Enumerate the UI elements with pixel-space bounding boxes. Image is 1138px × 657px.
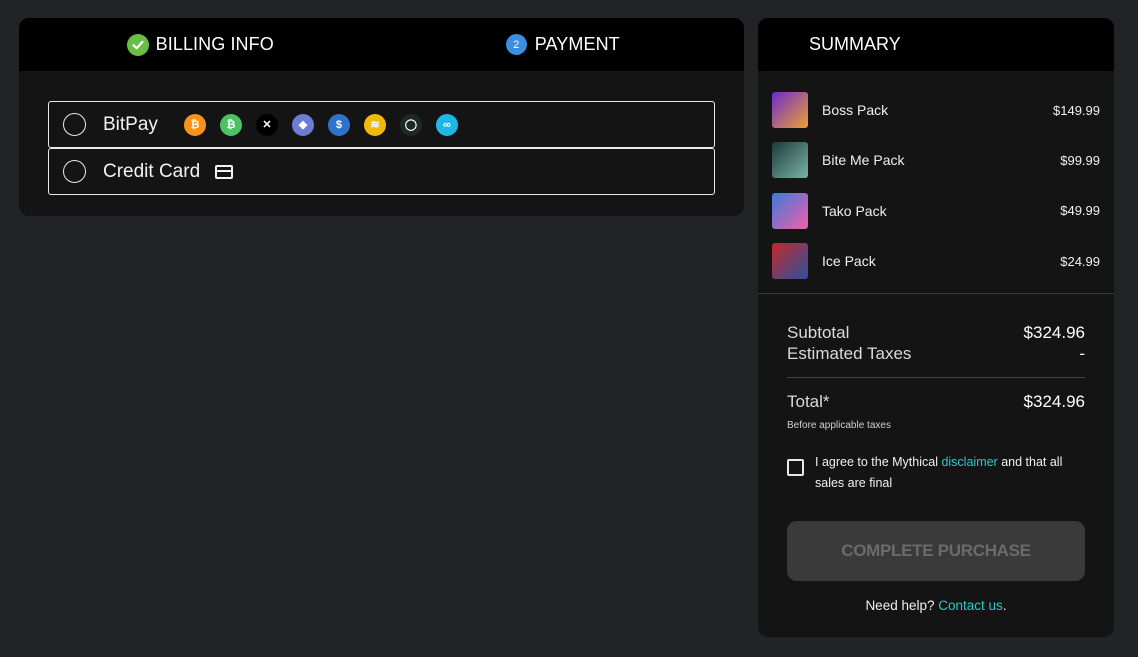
- agree-prefix: I agree to the Mythical: [815, 455, 942, 470]
- pack-thumbnail: [772, 92, 808, 129]
- item-price: $24.99: [1060, 253, 1100, 269]
- total-note: Before applicable taxes: [787, 420, 891, 432]
- summary-item: Bite Me Pack $99.99: [772, 135, 1100, 185]
- contact-us-link[interactable]: Contact us: [938, 598, 1003, 613]
- step-payment-label: PAYMENT: [534, 34, 620, 54]
- disclaimer-link[interactable]: disclaimer: [941, 455, 997, 469]
- complete-purchase-button[interactable]: COMPLETE PURCHASE: [787, 521, 1085, 582]
- step-billing-info[interactable]: BILLING INFO: [19, 18, 382, 71]
- payment-option-credit-card[interactable]: Credit Card: [48, 148, 715, 195]
- totals-section: Subtotal $324.96 Estimated Taxes - Total…: [758, 323, 1114, 613]
- checkout-steps: BILLING INFO 2 PAYMENT: [19, 18, 744, 71]
- ring-coin-icon: ◯: [399, 113, 422, 136]
- bitcoin-icon: ₿: [183, 113, 206, 136]
- check-icon: [126, 33, 149, 56]
- item-name: Ice Pack: [822, 253, 876, 270]
- payment-methods: BitPay ₿ ₿ ✕ ◆ $ ≋ ◯ ∞ Credit Card: [48, 101, 715, 195]
- pack-thumbnail: [772, 243, 808, 280]
- step-payment[interactable]: 2 PAYMENT: [382, 18, 745, 71]
- bitpay-label: BitPay: [103, 113, 158, 135]
- subtotal-label: Subtotal: [787, 323, 850, 343]
- total-label: Total*: [787, 392, 830, 412]
- subtotal-value: $324.96: [1023, 323, 1085, 343]
- credit-card-radio[interactable]: [63, 160, 86, 183]
- totals-divider: [787, 377, 1085, 379]
- agree-terms: I agree to the Mythical disclaimer and t…: [787, 452, 1085, 494]
- item-price: $149.99: [1053, 102, 1100, 118]
- summary-divider: [758, 293, 1114, 295]
- order-summary: SUMMARY Boss Pack $149.99 Bite Me Pack $99.…: [758, 18, 1114, 637]
- crypto-coin-icons: ₿ ₿ ✕ ◆ $ ≋ ◯ ∞: [183, 113, 458, 136]
- help-text: Need help? Contact us.: [787, 598, 1085, 613]
- pack-thumbnail: [772, 142, 808, 179]
- item-name: Tako Pack: [822, 202, 887, 219]
- usdc-icon: $: [327, 113, 350, 136]
- step-number-badge: 2: [505, 34, 527, 55]
- item-name: Boss Pack: [822, 102, 889, 119]
- item-price: $99.99: [1060, 152, 1100, 168]
- summary-items: Boss Pack $149.99 Bite Me Pack $99.99 Tako P…: [758, 71, 1114, 286]
- summary-item: Tako Pack $49.99: [772, 186, 1100, 236]
- summary-item: Ice Pack $24.99: [772, 236, 1100, 286]
- total-value: $324.96: [1023, 392, 1085, 412]
- pack-thumbnail: [772, 192, 808, 229]
- chain-link-icon: ∞: [435, 113, 458, 136]
- credit-card-icon: [215, 164, 234, 179]
- help-suffix: .: [1002, 598, 1007, 614]
- payment-option-bitpay[interactable]: BitPay ₿ ₿ ✕ ◆ $ ≋ ◯ ∞: [48, 101, 715, 148]
- agree-text: I agree to the Mythical disclaimer and t…: [815, 452, 1075, 494]
- agree-checkbox[interactable]: [787, 459, 804, 477]
- item-name: Bite Me Pack: [822, 152, 905, 169]
- step-billing-label: BILLING INFO: [155, 34, 274, 54]
- busd-icon: ≋: [363, 113, 386, 136]
- checkout-panel: BILLING INFO 2 PAYMENT BitPay ₿ ₿ ✕ ◆ $ ≋ ◯ ∞ C…: [19, 18, 744, 216]
- xrp-icon: ✕: [255, 113, 278, 136]
- credit-card-label: Credit Card: [103, 160, 201, 182]
- summary-title: SUMMARY: [758, 18, 1114, 71]
- taxes-value: -: [1079, 344, 1085, 364]
- ethereum-icon: ◆: [291, 113, 314, 136]
- summary-item: Boss Pack $149.99: [772, 85, 1100, 135]
- taxes-label: Estimated Taxes: [787, 344, 912, 364]
- item-price: $49.99: [1060, 203, 1100, 219]
- bitcoin-cash-icon: ₿: [219, 113, 242, 136]
- bitpay-radio[interactable]: [63, 113, 86, 136]
- help-prefix: Need help?: [865, 598, 939, 614]
